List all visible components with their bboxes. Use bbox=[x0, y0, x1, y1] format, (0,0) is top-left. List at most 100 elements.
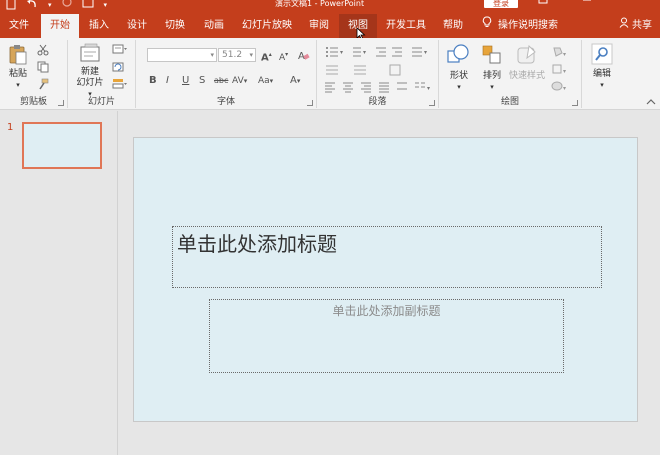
quick-access-toolbar: ▾ ▾ bbox=[6, 0, 107, 13]
paragraph-group: ▾ ▾ ▾ ▾ 段落 bbox=[317, 40, 439, 108]
shapes-button[interactable]: 形状 ▾ bbox=[445, 43, 473, 93]
justify-icon[interactable] bbox=[379, 82, 389, 93]
redo-icon[interactable] bbox=[61, 0, 72, 13]
tab-developer[interactable]: 开发工具 bbox=[381, 14, 431, 38]
underline-button[interactable]: U bbox=[182, 75, 189, 87]
shapes-label: 形状 bbox=[449, 71, 468, 81]
increase-font-size-icon[interactable]: A▴ bbox=[261, 49, 272, 64]
title-placeholder[interactable]: 单击此处添加标题 bbox=[172, 226, 602, 288]
start-from-beginning-icon[interactable] bbox=[82, 0, 94, 13]
svg-text:▾: ▾ bbox=[563, 68, 566, 75]
increase-indent-icon[interactable] bbox=[392, 47, 402, 57]
slide-thumbnail[interactable] bbox=[22, 122, 102, 169]
editing-label: 编辑 bbox=[592, 69, 611, 79]
tell-me-label: 操作说明搜索 bbox=[498, 20, 558, 31]
align-text-icon[interactable] bbox=[354, 65, 366, 75]
line-spacing-icon[interactable]: ▾ bbox=[412, 47, 427, 57]
quick-styles-button[interactable]: 快速样式 bbox=[507, 43, 547, 82]
align-right-icon[interactable] bbox=[361, 82, 371, 93]
italic-button[interactable]: I bbox=[166, 75, 169, 87]
reset-icon[interactable] bbox=[112, 61, 124, 73]
columns-icon[interactable]: ▾ bbox=[415, 82, 430, 92]
paragraph-justify-tools: ▾ bbox=[325, 82, 430, 93]
slide-thumbnail-pane: 1 bbox=[0, 111, 118, 455]
paragraph-list-tools: ▾ ▾ ▾ bbox=[326, 47, 427, 57]
slides-group: 新建 幻灯片 ▾ 幻灯片 bbox=[68, 40, 136, 108]
shape-outline-icon[interactable]: ▾ bbox=[551, 63, 567, 75]
new-slide-label-1: 新建 bbox=[80, 67, 99, 77]
svg-text:▾: ▾ bbox=[427, 85, 430, 92]
drawing-group-label: 绘图 bbox=[500, 97, 519, 107]
paste-icon bbox=[9, 45, 27, 65]
arrange-icon bbox=[482, 45, 501, 64]
bold-button[interactable]: B bbox=[149, 75, 157, 87]
distributed-icon[interactable] bbox=[397, 82, 407, 90]
minimize-icon[interactable] bbox=[582, 0, 592, 8]
text-shadow-button[interactable]: S bbox=[199, 75, 205, 87]
shape-fill-icon[interactable]: ▾ bbox=[551, 46, 567, 58]
font-color-button[interactable]: A▾ bbox=[290, 75, 300, 87]
tab-file[interactable]: 文件 bbox=[2, 14, 36, 38]
text-direction-icon[interactable] bbox=[326, 65, 338, 75]
clipboard-dialog-launcher[interactable] bbox=[58, 100, 64, 106]
share-button[interactable]: 共享 bbox=[619, 14, 652, 38]
bullets-icon[interactable]: ▾ bbox=[326, 47, 343, 57]
font-group: ▾ 51.2 ▾ A▴ A▾ A B I U S abc AV▾ Aa▾ A▾ 字… bbox=[136, 40, 317, 108]
layout-icon[interactable] bbox=[112, 44, 128, 55]
shape-effects-icon[interactable]: ▾ bbox=[551, 80, 567, 92]
copy-icon[interactable] bbox=[37, 61, 49, 73]
font-name-dropdown-icon[interactable]: ▾ bbox=[210, 49, 214, 61]
tab-animations[interactable]: 动画 bbox=[196, 14, 232, 38]
tab-insert[interactable]: 插入 bbox=[82, 14, 116, 38]
align-left-icon[interactable] bbox=[325, 82, 335, 93]
customize-qat-icon[interactable]: ▾ bbox=[104, 0, 108, 13]
numbering-icon[interactable]: ▾ bbox=[353, 47, 366, 57]
ribbon-display-options-icon[interactable] bbox=[538, 0, 548, 8]
font-size-combobox[interactable]: 51.2 ▾ bbox=[218, 48, 256, 62]
change-case-button[interactable]: Aa▾ bbox=[258, 75, 273, 87]
font-dialog-launcher[interactable] bbox=[307, 100, 313, 106]
font-name-combobox[interactable]: ▾ bbox=[147, 48, 217, 62]
paste-button[interactable]: 粘贴 ▾ bbox=[5, 43, 31, 91]
clear-formatting-icon[interactable]: A bbox=[298, 49, 310, 61]
decrease-font-size-icon[interactable]: A▾ bbox=[279, 49, 288, 64]
paste-label: 粘贴 bbox=[8, 69, 27, 79]
tab-slide-show[interactable]: 幻灯片放映 bbox=[236, 14, 298, 38]
slide-canvas[interactable]: 单击此处添加标题 单击此处添加副标题 bbox=[133, 137, 638, 422]
font-size-dropdown-icon[interactable]: ▾ bbox=[249, 49, 253, 61]
quick-styles-label: 快速样式 bbox=[508, 71, 545, 81]
arrange-dropdown-icon[interactable]: ▾ bbox=[478, 82, 506, 93]
tab-home[interactable]: 开始 bbox=[41, 14, 79, 38]
clipboard-group-label: 剪贴板 bbox=[19, 97, 47, 107]
paragraph-dialog-launcher[interactable] bbox=[429, 100, 435, 106]
editing-button[interactable]: 编辑 ▾ bbox=[589, 43, 615, 91]
ribbon-tab-bar: 文件 开始 插入 设计 切换 动画 幻灯片放映 审阅 视图 开发工具 帮助 操作… bbox=[0, 14, 660, 38]
section-icon[interactable] bbox=[112, 78, 128, 90]
drawing-dialog-launcher[interactable] bbox=[572, 100, 578, 106]
align-center-icon[interactable] bbox=[343, 82, 353, 93]
arrange-label: 排列 bbox=[482, 71, 501, 81]
format-painter-icon[interactable] bbox=[37, 78, 49, 90]
document-title: 演示文稿1 - PowerPoint bbox=[275, 0, 365, 8]
new-slide-button[interactable]: 新建 幻灯片 ▾ bbox=[72, 43, 108, 100]
collapse-ribbon-icon[interactable] bbox=[646, 98, 656, 106]
subtitle-placeholder[interactable]: 单击此处添加副标题 bbox=[209, 299, 564, 373]
arrange-button[interactable]: 排列 ▾ bbox=[478, 43, 506, 93]
convert-to-smartart-icon[interactable] bbox=[389, 64, 401, 76]
cut-icon[interactable] bbox=[37, 44, 49, 56]
tab-help[interactable]: 帮助 bbox=[436, 14, 470, 38]
tell-me-search[interactable]: 操作说明搜索 bbox=[482, 14, 558, 38]
shapes-dropdown-icon[interactable]: ▾ bbox=[445, 82, 473, 93]
undo-icon[interactable] bbox=[26, 0, 38, 13]
strikethrough-button[interactable]: abc bbox=[214, 75, 228, 87]
paste-dropdown-icon[interactable]: ▾ bbox=[5, 80, 31, 91]
tab-review[interactable]: 审阅 bbox=[302, 14, 336, 38]
save-icon[interactable] bbox=[6, 0, 16, 13]
character-spacing-button[interactable]: AV▾ bbox=[232, 75, 247, 87]
login-button[interactable]: 登录 bbox=[484, 0, 518, 8]
undo-dropdown-icon[interactable]: ▾ bbox=[48, 0, 52, 13]
tab-design[interactable]: 设计 bbox=[120, 14, 154, 38]
tab-transitions[interactable]: 切换 bbox=[158, 14, 192, 38]
editing-dropdown-icon[interactable]: ▾ bbox=[589, 80, 615, 91]
decrease-indent-icon[interactable] bbox=[376, 47, 386, 57]
